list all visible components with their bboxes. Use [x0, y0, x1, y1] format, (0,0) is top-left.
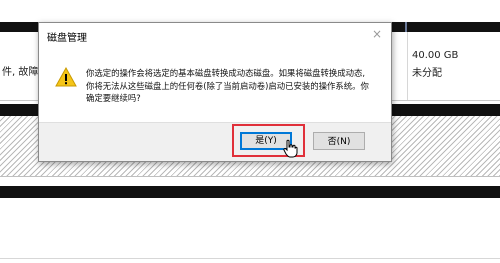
message-line: 你将无法从这些磁盘上的任何卷(除了当前启动卷)启动已安装的操作系统。你	[86, 80, 369, 91]
dialog-title: 磁盘管理	[47, 33, 87, 44]
dialog-button-bar: 是(Y) 否(N)	[39, 122, 391, 161]
mouse-cursor-icon	[283, 139, 298, 158]
disk-header-separator	[405, 22, 407, 32]
no-button[interactable]: 否(N)	[313, 132, 365, 150]
dialog-message: 你选定的操作会将选定的基本磁盘转换成动态磁盘。如果将磁盘转换成动态, 你将无法从…	[86, 67, 376, 105]
warning-icon	[55, 67, 77, 87]
bottom-divider	[0, 258, 500, 259]
disk-header-bar-3	[0, 186, 500, 198]
message-line: 确定要继续吗?	[86, 93, 141, 103]
partition-divider	[407, 32, 408, 100]
disk-capacity-label: 40.00 GB	[412, 50, 459, 61]
message-line: 你选定的操作会将选定的基本磁盘转换成动态磁盘。如果将磁盘转换成动态,	[86, 68, 366, 78]
disk-management-dialog: 磁盘管理 × 你选定的操作会将选定的基本磁盘转换成动态磁盘。如果将磁盘转换成动态…	[38, 22, 392, 162]
close-icon[interactable]: ×	[369, 26, 385, 42]
disk-unallocated-label: 未分配	[412, 68, 442, 79]
partition-block-bottom[interactable]	[0, 198, 500, 263]
